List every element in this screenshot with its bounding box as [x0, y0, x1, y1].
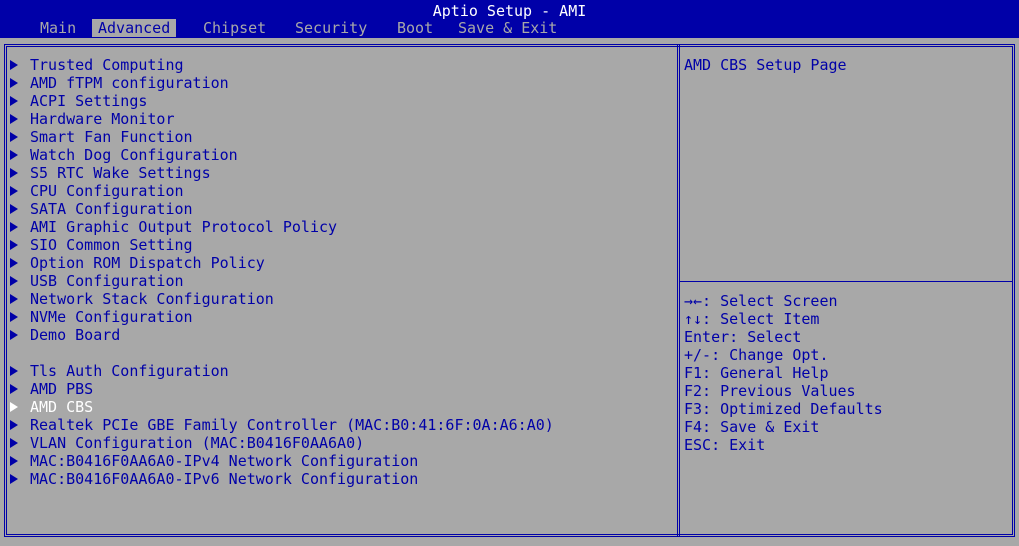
menu-item-nvme-configuration[interactable]: NVMe Configuration	[10, 308, 193, 326]
submenu-arrow-icon	[10, 420, 18, 430]
submenu-arrow-icon	[10, 150, 18, 160]
key-help-select-item: ↑↓: Select Item	[684, 310, 820, 328]
menu-item-watch-dog[interactable]: Watch Dog Configuration	[10, 146, 238, 164]
menu-item-label: Smart Fan Function	[30, 128, 193, 146]
menu-item-label: AMD PBS	[30, 380, 94, 398]
menu-item-label: SATA Configuration	[30, 200, 193, 218]
menu-item-amd-cbs[interactable]: AMD CBS	[10, 398, 93, 416]
submenu-arrow-icon	[10, 258, 18, 268]
key-help-enter: Enter: Select	[684, 328, 802, 346]
menu-item-acpi-settings[interactable]: ACPI Settings	[10, 92, 147, 110]
window-title: Aptio Setup - AMI	[432, 2, 587, 20]
menu-item-label: S5 RTC Wake Settings	[30, 164, 211, 182]
submenu-arrow-icon	[10, 240, 18, 250]
menu-item-label: USB Configuration	[30, 272, 184, 290]
menu-item-network-stack[interactable]: Network Stack Configuration	[10, 290, 274, 308]
menu-item-ipv4-network[interactable]: MAC:B0416F0AA6A0-IPv4 Network Configurat…	[10, 452, 418, 470]
menu-item-sio-common[interactable]: SIO Common Setting	[10, 236, 193, 254]
menu-item-ipv6-network[interactable]: MAC:B0416F0AA6A0-IPv6 Network Configurat…	[10, 470, 418, 488]
menu-item-label: Watch Dog Configuration	[30, 146, 238, 164]
menu-item-trusted-computing[interactable]: Trusted Computing	[10, 56, 184, 74]
title-bar: Aptio Setup - AMI Main Advanced Chipset …	[0, 0, 1019, 38]
submenu-arrow-icon	[10, 474, 18, 484]
menu-item-label: Network Stack Configuration	[30, 290, 274, 308]
submenu-arrow-icon	[10, 456, 18, 466]
panel-divider	[677, 44, 680, 537]
key-help-f1: F1: General Help	[684, 364, 829, 382]
menu-item-demo-board[interactable]: Demo Board	[10, 326, 120, 344]
submenu-arrow-icon	[10, 60, 18, 70]
key-help-f4: F4: Save & Exit	[684, 418, 820, 436]
tab-chipset[interactable]: Chipset	[197, 19, 272, 37]
menu-item-cpu-configuration[interactable]: CPU Configuration	[10, 182, 184, 200]
menu-item-label: Tls Auth Configuration	[30, 362, 229, 380]
menu-item-label: Hardware Monitor	[30, 110, 175, 128]
menu-item-smart-fan[interactable]: Smart Fan Function	[10, 128, 193, 146]
submenu-arrow-icon	[10, 222, 18, 232]
key-help-esc: ESC: Exit	[684, 436, 766, 454]
menu-item-sata-configuration[interactable]: SATA Configuration	[10, 200, 193, 218]
submenu-arrow-icon	[10, 204, 18, 214]
tab-main[interactable]: Main	[34, 19, 82, 37]
key-help-select-screen: →←: Select Screen	[684, 292, 838, 310]
menu-item-label: ACPI Settings	[30, 92, 148, 110]
menu-item-option-rom-policy[interactable]: Option ROM Dispatch Policy	[10, 254, 265, 272]
submenu-arrow-icon	[10, 96, 18, 106]
menu-item-label: AMD fTPM configuration	[30, 74, 229, 92]
menu-item-label: CPU Configuration	[30, 182, 184, 200]
key-help-change-opt: +/-: Change Opt.	[684, 346, 829, 364]
submenu-arrow-icon	[10, 294, 18, 304]
key-help-f2: F2: Previous Values	[684, 382, 856, 400]
help-divider	[680, 281, 1013, 282]
menu-item-realtek-controller[interactable]: Realtek PCIe GBE Family Controller (MAC:…	[10, 416, 554, 434]
submenu-arrow-icon	[10, 168, 18, 178]
menu-item-label: Realtek PCIe GBE Family Controller (MAC:…	[30, 416, 554, 434]
submenu-arrow-icon	[10, 384, 18, 394]
key-help-f3: F3: Optimized Defaults	[684, 400, 883, 418]
menu-item-s5-rtc-wake[interactable]: S5 RTC Wake Settings	[10, 164, 211, 182]
submenu-arrow-icon	[10, 114, 18, 124]
menu-item-label: MAC:B0416F0AA6A0-IPv6 Network Configurat…	[30, 470, 419, 488]
tab-advanced[interactable]: Advanced	[92, 19, 177, 37]
submenu-arrow-icon	[10, 330, 18, 340]
menu-item-label: NVMe Configuration	[30, 308, 193, 326]
tab-boot[interactable]: Boot	[391, 19, 439, 37]
item-help-text: AMD CBS Setup Page	[684, 56, 847, 74]
submenu-arrow-icon	[10, 402, 18, 412]
menu-item-vlan-configuration[interactable]: VLAN Configuration (MAC:B0416F0AA6A0)	[10, 434, 364, 452]
menu-item-label: AMD CBS	[30, 398, 94, 416]
menu-item-usb-configuration[interactable]: USB Configuration	[10, 272, 184, 290]
menu-item-label: AMI Graphic Output Protocol Policy	[30, 218, 338, 236]
submenu-arrow-icon	[10, 366, 18, 376]
menu-item-hardware-monitor[interactable]: Hardware Monitor	[10, 110, 175, 128]
menu-item-label: Option ROM Dispatch Policy	[30, 254, 265, 272]
menu-item-label: MAC:B0416F0AA6A0-IPv4 Network Configurat…	[30, 452, 419, 470]
menu-item-amd-pbs[interactable]: AMD PBS	[10, 380, 93, 398]
submenu-arrow-icon	[10, 276, 18, 286]
tab-save-exit[interactable]: Save & Exit	[452, 19, 563, 37]
menu-item-label: SIO Common Setting	[30, 236, 193, 254]
submenu-arrow-icon	[10, 132, 18, 142]
submenu-arrow-icon	[10, 312, 18, 322]
menu-item-label: Demo Board	[30, 326, 121, 344]
submenu-arrow-icon	[10, 438, 18, 448]
submenu-arrow-icon	[10, 78, 18, 88]
submenu-arrow-icon	[10, 186, 18, 196]
tab-security[interactable]: Security	[289, 19, 373, 37]
menu-item-tls-auth[interactable]: Tls Auth Configuration	[10, 362, 229, 380]
menu-item-ami-gop-policy[interactable]: AMI Graphic Output Protocol Policy	[10, 218, 337, 236]
menu-item-label: Trusted Computing	[30, 56, 184, 74]
menu-item-amd-ftpm[interactable]: AMD fTPM configuration	[10, 74, 229, 92]
menu-item-label: VLAN Configuration (MAC:B0416F0AA6A0)	[30, 434, 365, 452]
